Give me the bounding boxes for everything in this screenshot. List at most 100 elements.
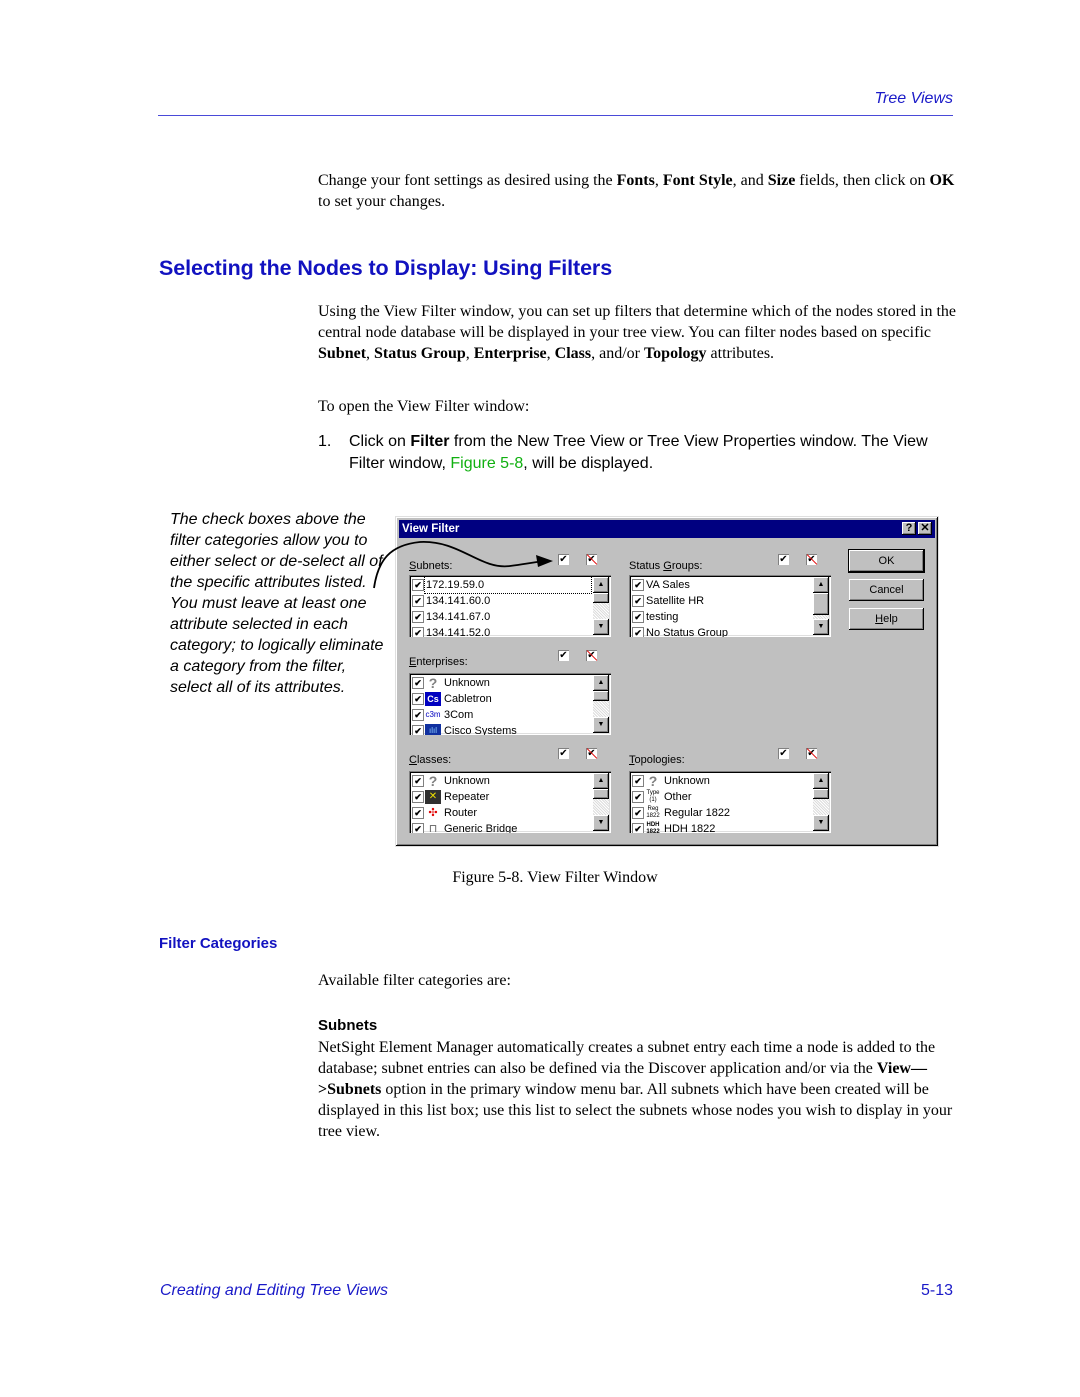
deselect-all-topologies-checkbox[interactable]: ✔ <box>806 748 817 759</box>
select-all-status-groups-checkbox[interactable]: ✔ <box>778 554 789 565</box>
select-all-classes-checkbox[interactable]: ✔ <box>558 748 569 759</box>
list-item[interactable]: ✔ ✣ Router <box>412 805 591 821</box>
item-checkbox[interactable]: ✔ <box>412 775 424 787</box>
deselect-all-status-groups-checkbox[interactable]: ✔ <box>806 554 817 565</box>
item-checkbox[interactable]: ✔ <box>412 709 424 721</box>
figure-link[interactable]: Figure 5-8 <box>450 455 523 472</box>
list-item[interactable]: ✔ 172.19.59.0 <box>412 576 592 594</box>
list-item[interactable]: ✔ c3m 3Com <box>412 707 591 723</box>
list-item[interactable]: ✔ Cs Cabletron <box>412 691 591 707</box>
enterprises-scrollbar[interactable]: ▲ ▼ <box>593 675 609 733</box>
subnets-scrollbar[interactable]: ▲ ▼ <box>593 577 609 635</box>
item-checkbox[interactable]: ✔ <box>412 595 424 607</box>
subnets-listbox[interactable]: ✔ 172.19.59.0 ✔ 134.141.60.0 ✔ 134.141.67.0… <box>409 575 611 637</box>
dialog-title: View Filter <box>402 523 460 535</box>
item-checkbox[interactable]: ✔ <box>412 807 424 819</box>
ok-button[interactable]: OK <box>849 550 924 572</box>
subnets-label: Subnets: <box>409 560 453 572</box>
scroll-thumb[interactable] <box>813 593 829 615</box>
scroll-up-arrow-icon[interactable]: ▲ <box>593 773 609 789</box>
section-paragraph: Using the View Filter window, you can se… <box>318 301 958 364</box>
status-groups-label: Status Groups: <box>629 560 703 572</box>
bold-term: Font Style <box>662 172 733 189</box>
select-all-topologies-checkbox[interactable]: ✔ <box>778 748 789 759</box>
classes-scrollbar[interactable]: ▲ ▼ <box>593 773 609 831</box>
list-item[interactable]: ✔? Unknown <box>412 675 591 691</box>
list-item[interactable]: ✔ ılıl Cisco Systems <box>412 723 591 735</box>
dialog-titlebar[interactable]: View Filter ? ✕ <box>399 520 935 538</box>
list-item[interactable]: ✔ ✕ Repeater <box>412 789 591 805</box>
list-item[interactable]: ✔? Unknown <box>632 773 811 789</box>
list-item[interactable]: ✔ 134.141.60.0 <box>412 593 591 609</box>
cancel-button[interactable]: Cancel <box>849 579 924 601</box>
list-item[interactable]: ✔ HDH 1822 HDH 1822 <box>632 821 811 833</box>
help-button[interactable]: Help <box>849 608 924 630</box>
classes-listbox[interactable]: ✔? Unknown ✔ ✕ Repeater ✔ ✣ Router ✔ ⊓ Generic … <box>409 771 611 833</box>
scroll-down-arrow-icon[interactable]: ▼ <box>593 815 609 831</box>
topologies-listbox[interactable]: ✔? Unknown ✔ Type (1) Other ✔ Reg 1822 Regular … <box>629 771 831 833</box>
scroll-down-arrow-icon[interactable]: ▼ <box>813 815 829 831</box>
scroll-thumb[interactable] <box>813 789 829 799</box>
close-icon[interactable]: ✕ <box>918 522 932 535</box>
list-item[interactable]: ✔ Type (1) Other <box>632 789 811 805</box>
list-item[interactable]: ✔ Reg 1822 Regular 1822 <box>632 805 811 821</box>
list-item[interactable]: ✔ VA Sales <box>632 577 811 593</box>
item-checkbox[interactable]: ✔ <box>412 725 424 735</box>
list-item[interactable]: ✔ 134.141.52.0 <box>412 625 591 637</box>
deselect-all-classes-checkbox[interactable]: ✔ <box>586 748 597 759</box>
cabletron-logo-icon: Cs <box>425 692 441 706</box>
scroll-up-arrow-icon[interactable]: ▲ <box>593 577 609 593</box>
scroll-up-arrow-icon[interactable]: ▲ <box>593 675 609 691</box>
item-checkbox[interactable]: ✔ <box>632 823 644 833</box>
figure-caption: Figure 5-8. View Filter Window <box>452 869 658 886</box>
scroll-thumb[interactable] <box>593 789 609 799</box>
section-heading: Selecting the Nodes to Display: Using Fi… <box>159 256 613 280</box>
item-checkbox[interactable]: ✔ <box>412 627 424 637</box>
scroll-up-arrow-icon[interactable]: ▲ <box>813 577 829 593</box>
list-item[interactable]: ✔ testing <box>632 609 811 625</box>
running-header-title: Tree Views <box>874 90 953 107</box>
scroll-down-arrow-icon[interactable]: ▼ <box>593 717 609 733</box>
3com-logo-icon: c3m <box>425 710 441 719</box>
text-run: , and/or <box>591 345 644 362</box>
scroll-down-arrow-icon[interactable]: ▼ <box>593 619 609 635</box>
scroll-thumb[interactable] <box>593 691 609 701</box>
item-checkbox[interactable]: ✔ <box>412 579 424 591</box>
select-all-enterprises-checkbox[interactable]: ✔ <box>558 650 569 661</box>
deselect-all-enterprises-checkbox[interactable]: ✔ <box>586 650 597 661</box>
help-title-button[interactable]: ? <box>902 522 916 535</box>
text-run: NetSight Element Manager automatically c… <box>318 1039 936 1077</box>
item-checkbox[interactable]: ✔ <box>632 579 644 591</box>
select-all-subnets-checkbox[interactable]: ✔ <box>558 554 569 565</box>
enterprise-label: Cabletron <box>444 693 492 705</box>
item-checkbox[interactable]: ✔ <box>412 693 424 705</box>
open-window-instruction: To open the View Filter window: <box>318 398 530 415</box>
scroll-thumb[interactable] <box>593 593 609 603</box>
deselect-all-subnets-checkbox[interactable]: ✔ <box>586 554 597 565</box>
list-item[interactable]: ✔ Satellite HR <box>632 593 811 609</box>
item-checkbox[interactable]: ✔ <box>632 627 644 637</box>
list-item[interactable]: ✔ No Status Group <box>632 625 811 637</box>
item-checkbox[interactable]: ✔ <box>632 595 644 607</box>
status-groups-listbox[interactable]: ✔ VA Sales ✔ Satellite HR ✔ testing ✔ No Sta… <box>629 575 831 637</box>
scroll-up-arrow-icon[interactable]: ▲ <box>813 773 829 789</box>
class-label: Generic Bridge <box>444 823 518 833</box>
step-number: 1. <box>318 433 332 450</box>
text-run: , <box>465 345 474 362</box>
item-checkbox[interactable]: ✔ <box>632 807 644 819</box>
item-checkbox[interactable]: ✔ <box>632 791 644 803</box>
status-groups-scrollbar[interactable]: ▲ ▼ <box>813 577 829 635</box>
item-checkbox[interactable]: ✔ <box>412 611 424 623</box>
item-checkbox[interactable]: ✔ <box>632 775 644 787</box>
question-icon: ? <box>428 773 438 789</box>
item-checkbox[interactable]: ✔ <box>632 611 644 623</box>
enterprises-listbox[interactable]: ✔? Unknown ✔ Cs Cabletron ✔ c3m 3Com ✔ ılıl Cis… <box>409 673 611 735</box>
list-item[interactable]: ✔ ⊓ Generic Bridge <box>412 821 591 833</box>
scroll-down-arrow-icon[interactable]: ▼ <box>813 619 829 635</box>
topologies-scrollbar[interactable]: ▲ ▼ <box>813 773 829 831</box>
list-item[interactable]: ✔? Unknown <box>412 773 591 789</box>
item-checkbox[interactable]: ✔ <box>412 823 424 833</box>
item-checkbox[interactable]: ✔ <box>412 677 424 689</box>
item-checkbox[interactable]: ✔ <box>412 791 424 803</box>
list-item[interactable]: ✔ 134.141.67.0 <box>412 609 591 625</box>
